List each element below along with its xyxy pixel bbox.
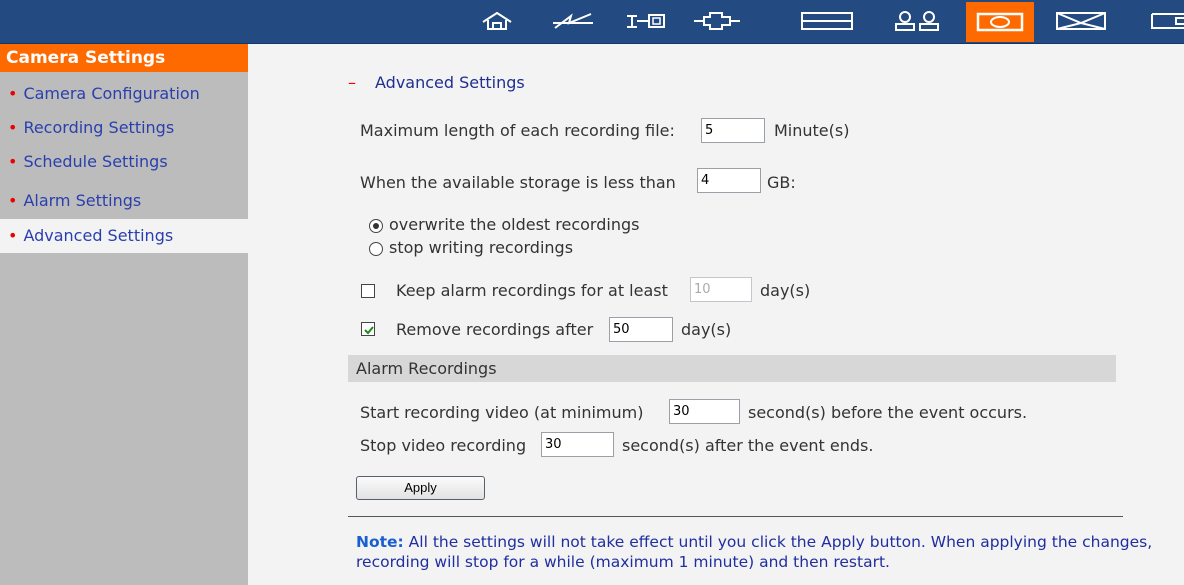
max-length-input[interactable] <box>701 118 765 143</box>
sidebar-item-camera-configuration[interactable]: • Camera Configuration <box>0 77 248 111</box>
remove-recordings-checkbox[interactable] <box>361 322 375 336</box>
envelope-icon[interactable] <box>1051 6 1111 36</box>
keep-alarm-unit: day(s) <box>760 281 811 300</box>
top-toolbar <box>0 0 1184 44</box>
keep-alarm-checkbox[interactable] <box>361 284 375 298</box>
apply-button[interactable]: Apply <box>356 476 485 500</box>
post-record-suffix: second(s) after the event ends. <box>622 436 874 455</box>
remove-recordings-unit: day(s) <box>681 320 732 339</box>
max-length-unit: Minute(s) <box>774 121 850 140</box>
home-icon[interactable] <box>472 6 522 36</box>
note-label: Note: <box>356 533 404 551</box>
post-record-label: Stop video recording <box>360 436 527 455</box>
bullet-icon: • <box>8 191 18 210</box>
sidebar-item-label: Alarm Settings <box>23 191 142 210</box>
camera-icon[interactable] <box>966 2 1034 42</box>
sidebar-item-label: Recording Settings <box>23 118 175 137</box>
storage-threshold-input[interactable] <box>697 168 761 193</box>
remove-recordings-input[interactable] <box>609 317 673 342</box>
note-text: Note: All the settings will not take eff… <box>356 532 1156 572</box>
bullet-icon: • <box>8 226 18 245</box>
connection-icon[interactable] <box>689 6 745 36</box>
sidebar-title: Camera Settings <box>0 44 248 72</box>
sidebar-item-recording-settings[interactable]: • Recording Settings <box>0 111 248 145</box>
radio-selected-dot <box>373 223 379 229</box>
sidebar-item-advanced-settings[interactable]: • Advanced Settings <box>0 219 248 253</box>
post-record-input[interactable] <box>541 432 614 457</box>
sidebar-item-label: Camera Configuration <box>23 84 200 103</box>
pre-record-input[interactable] <box>669 399 740 424</box>
network-icon[interactable] <box>545 6 601 36</box>
storage-threshold-unit: GB: <box>767 173 796 192</box>
remove-recordings-label: Remove recordings after <box>396 320 594 339</box>
overwrite-radio[interactable] <box>369 219 383 233</box>
storage-threshold-label: When the available storage is less than <box>360 173 676 192</box>
stop-writing-radio[interactable] <box>369 242 383 256</box>
section-title: Advanced Settings <box>375 73 525 92</box>
partial-icon[interactable] <box>1146 6 1184 36</box>
users-icon[interactable] <box>890 6 946 36</box>
checkmark-icon <box>364 326 374 335</box>
alarm-recordings-header: Alarm Recordings <box>348 355 1116 382</box>
device-icon[interactable] <box>621 6 671 36</box>
keep-alarm-label: Keep alarm recordings for at least <box>396 281 668 300</box>
sidebar-item-alarm-settings[interactable]: • Alarm Settings <box>0 184 248 218</box>
keep-alarm-input[interactable] <box>690 277 752 302</box>
bullet-icon: • <box>8 118 18 137</box>
collapse-toggle[interactable]: – <box>348 73 356 92</box>
pre-record-label: Start recording video (at minimum) <box>360 403 644 422</box>
sidebar-item-label: Advanced Settings <box>23 226 174 245</box>
max-length-label: Maximum length of each recording file: <box>360 121 675 140</box>
sidebar-item-label: Schedule Settings <box>23 152 168 171</box>
overwrite-label: overwrite the oldest recordings <box>389 215 640 234</box>
bullet-icon: • <box>8 152 18 171</box>
note-body: All the settings will not take effect un… <box>356 533 1153 571</box>
sidebar: Camera Settings • Camera Configuration • R… <box>0 44 248 585</box>
bullet-icon: • <box>8 84 18 103</box>
stop-writing-label: stop writing recordings <box>389 238 574 257</box>
alarm-recordings-title: Alarm Recordings <box>356 359 497 378</box>
pre-record-suffix: second(s) before the event occurs. <box>748 403 1028 422</box>
panel-icon[interactable] <box>797 6 857 36</box>
sidebar-item-schedule-settings[interactable]: • Schedule Settings <box>0 145 248 179</box>
divider <box>348 516 1123 517</box>
